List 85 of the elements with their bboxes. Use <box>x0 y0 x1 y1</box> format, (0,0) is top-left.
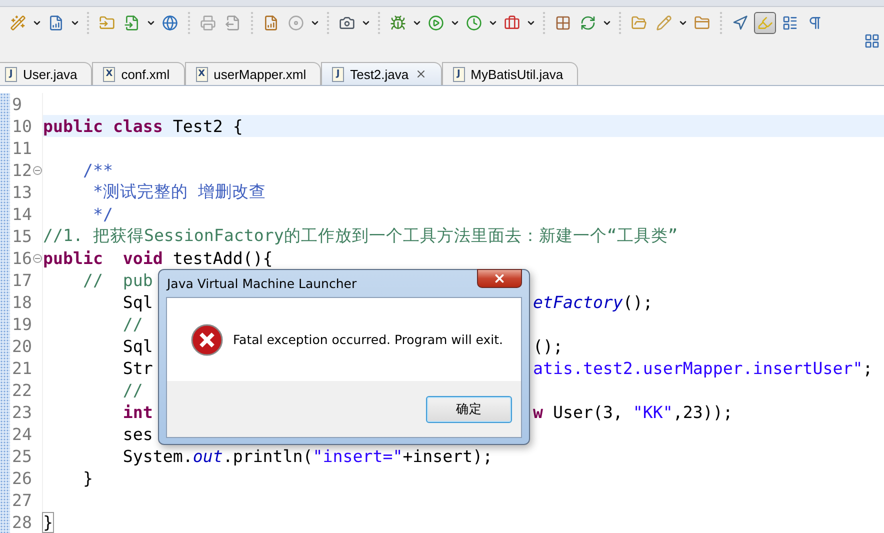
file-icon: X <box>196 66 208 82</box>
close-icon[interactable] <box>414 68 427 80</box>
code-keyword: public <box>43 116 103 136</box>
line-number: 21 <box>11 358 33 378</box>
line-number: 9 <box>11 94 23 114</box>
caret-icon[interactable] <box>412 18 422 28</box>
code-keyword: w <box>533 402 543 422</box>
code-text: ; <box>862 358 873 378</box>
code-string: "KK" <box>632 402 673 422</box>
editor-tab[interactable]: J User.java <box>0 62 92 85</box>
caret-icon[interactable] <box>361 18 371 28</box>
line-number: 28 <box>11 512 33 532</box>
line-number: 11 <box>11 138 33 158</box>
code-comment: *测试完整的 增删改查 <box>92 181 266 203</box>
ok-button[interactable]: 确定 <box>426 396 512 422</box>
code-comment: // pub <box>82 270 153 290</box>
editor-tab[interactable]: J MyBatisUtil.java <box>442 62 578 85</box>
line-number: 27 <box>11 490 33 510</box>
code-text: testAdd(){ <box>172 248 273 268</box>
code-text: out <box>192 446 223 466</box>
line-number: 24 <box>11 424 33 444</box>
fold-icon[interactable] <box>33 166 42 174</box>
code-text: Str <box>122 358 153 378</box>
close-icon <box>493 272 506 285</box>
code-keyword: public <box>43 248 103 268</box>
line-number: 20 <box>11 336 33 356</box>
code-text: } <box>43 512 53 532</box>
caret-icon[interactable] <box>70 18 80 28</box>
line-number: 13 <box>11 182 33 202</box>
code-comment: */ <box>92 204 113 224</box>
file-icon: J <box>452 66 465 82</box>
caret-icon[interactable] <box>488 18 498 28</box>
code-string: "insert=" <box>312 446 403 466</box>
caret-icon[interactable] <box>678 18 688 28</box>
code-text: User(3, <box>552 402 624 422</box>
caret-icon[interactable] <box>146 18 156 28</box>
line-number: 15 <box>11 226 33 246</box>
code-string: atis.test2.userMapper.insertUser" <box>533 358 863 378</box>
line-number: 10 <box>11 116 33 136</box>
code-comment: /** <box>82 160 113 180</box>
code-text: Sql <box>122 292 153 312</box>
code-text: ,23)); <box>672 402 733 422</box>
code-keyword: int <box>122 402 153 422</box>
editor-tab[interactable]: X userMapper.xml <box>184 62 322 85</box>
code-text: etFactory <box>533 292 623 312</box>
code-text: System. <box>122 446 193 466</box>
caret-icon[interactable] <box>450 18 460 28</box>
dialog-title: Java Virtual Machine Launcher <box>166 276 357 291</box>
caret-icon[interactable] <box>32 18 42 28</box>
caret-icon[interactable] <box>310 18 320 28</box>
code-text: } <box>82 468 93 488</box>
code-text: +insert); <box>402 446 493 466</box>
error-icon <box>191 324 223 356</box>
highlighter-icon[interactable] <box>754 12 776 34</box>
line-number: 19 <box>11 314 33 334</box>
editor-tab[interactable]: J Test2.java <box>321 62 442 85</box>
code-text: (); <box>533 336 563 356</box>
error-message: Fatal exception occurred. Program will exit. <box>233 332 503 347</box>
line-number: 25 <box>11 446 33 466</box>
line-number: 12 <box>11 160 33 180</box>
file-icon: J <box>5 66 17 82</box>
editor-tab[interactable]: X conf.xml <box>92 62 185 85</box>
code-keyword: void <box>122 248 163 268</box>
close-button[interactable] <box>477 269 522 288</box>
caret-icon[interactable] <box>526 18 536 28</box>
line-number: 26 <box>11 468 33 488</box>
code-text: .println( <box>222 446 313 466</box>
code-comment: // <box>122 380 143 400</box>
code-text: ses <box>122 424 153 444</box>
file-icon: J <box>332 66 344 82</box>
code-keyword: class <box>112 116 163 136</box>
line-number: 23 <box>11 402 33 422</box>
fold-icon[interactable] <box>33 254 42 262</box>
code-text: Sql <box>122 336 153 356</box>
code-comment: //1. 把获得SessionFactory的工作放到一个工具方法里面去：新建一个“工具类” <box>43 225 678 247</box>
line-number: 18 <box>11 292 33 312</box>
line-number: 14 <box>11 204 33 224</box>
caret-icon[interactable] <box>602 18 612 28</box>
line-number: 16 <box>11 248 33 268</box>
code-comment: // <box>122 314 143 334</box>
line-number: 17 <box>11 270 33 290</box>
file-icon: X <box>103 66 116 82</box>
code-text: Test2 { <box>172 116 243 136</box>
line-number: 22 <box>11 380 33 400</box>
code-text: (); <box>622 292 653 312</box>
